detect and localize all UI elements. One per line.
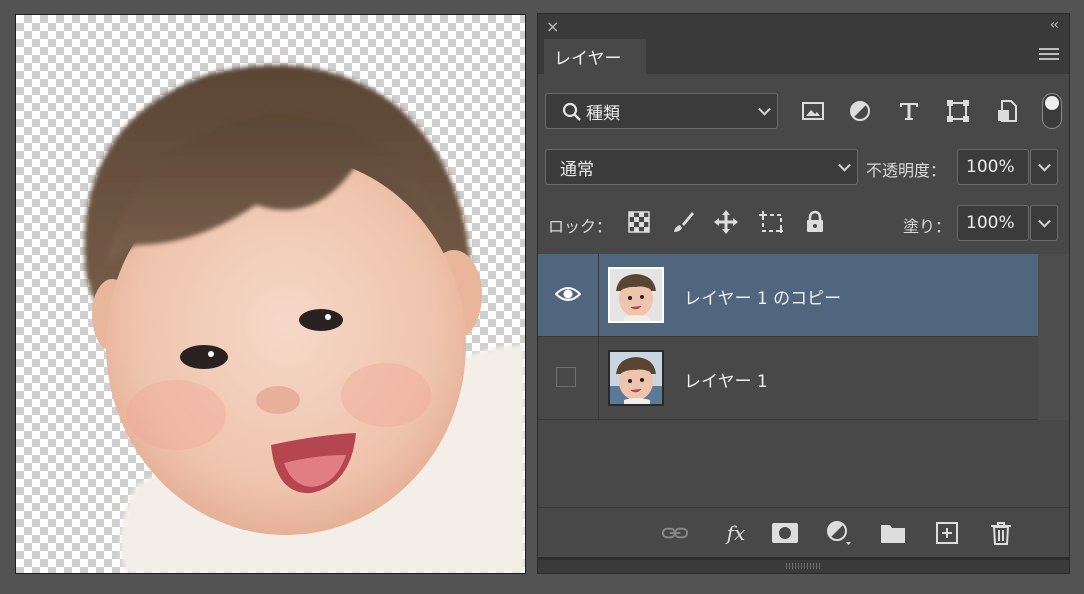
visibility-checkbox[interactable] — [556, 367, 576, 387]
lock-paint-icon[interactable] — [670, 209, 696, 235]
opacity-value: 100% — [966, 157, 1015, 177]
opacity-input[interactable]: 100% — [957, 149, 1029, 185]
opacity-label: 不透明度： — [866, 161, 947, 180]
fx-icon[interactable]: fx — [718, 520, 754, 546]
document-canvas[interactable] — [15, 14, 526, 574]
chevron-down-icon — [1038, 158, 1051, 172]
lock-position-icon[interactable] — [713, 209, 739, 235]
layer-name: レイヤー 1 のコピー — [684, 289, 842, 309]
chevron-down-icon — [758, 102, 771, 116]
smart-object-filter-icon[interactable] — [994, 98, 1020, 124]
layers-footer-toolbar: fx — [538, 507, 1069, 558]
chevron-down-icon — [838, 158, 851, 172]
chevron-down-icon — [1038, 214, 1051, 228]
blend-mode-select[interactable]: 通常 — [545, 149, 858, 185]
layer-row-1[interactable]: レイヤー 1 — [538, 337, 1038, 419]
adjustment-layer-icon[interactable] — [826, 520, 852, 546]
group-folder-icon[interactable] — [880, 520, 906, 546]
search-icon — [562, 102, 581, 121]
lock-label: ロック： — [548, 217, 613, 236]
new-layer-icon[interactable] — [934, 520, 960, 546]
shape-filter-icon[interactable] — [945, 98, 971, 124]
close-icon[interactable]: × — [546, 17, 559, 37]
fill-dropdown[interactable] — [1030, 205, 1058, 241]
trash-icon[interactable] — [988, 520, 1014, 546]
scrollbar-track[interactable] — [1038, 254, 1069, 420]
fill-value: 100% — [966, 213, 1015, 233]
panel-resize-bar[interactable] — [538, 557, 1069, 573]
lock-transparency-icon[interactable] — [626, 209, 652, 235]
layers-panel: × ‹‹ レイヤー 種類 通常 不透明度： 100% ロック： 塗り： 100%… — [537, 13, 1070, 574]
tab-layers[interactable]: レイヤー — [544, 39, 646, 74]
image-filter-icon[interactable] — [800, 98, 826, 124]
link-icon[interactable] — [662, 520, 688, 546]
collapse-icon[interactable]: ‹‹ — [1050, 17, 1059, 33]
opacity-dropdown[interactable] — [1030, 149, 1058, 185]
adjustment-filter-icon[interactable] — [847, 98, 873, 124]
layers-list: レイヤー 1 のコピー レイヤー 1 — [538, 254, 1069, 508]
filter-kind-value: 種類 — [586, 103, 620, 124]
filter-kind-select[interactable]: 種類 — [545, 93, 778, 129]
fill-label: 塗り： — [903, 217, 952, 236]
hamburger-menu-icon[interactable] — [1039, 48, 1059, 63]
filter-toggle-switch[interactable] — [1042, 93, 1062, 129]
type-filter-icon[interactable] — [896, 98, 922, 124]
lock-all-icon[interactable] — [802, 209, 828, 235]
visibility-toggle[interactable] — [538, 254, 599, 336]
layer-thumbnail — [608, 350, 664, 406]
visibility-toggle[interactable] — [538, 337, 599, 419]
mask-icon[interactable] — [772, 520, 798, 546]
blend-mode-value: 通常 — [560, 159, 594, 180]
layer-name: レイヤー 1 — [684, 372, 768, 392]
lock-artboard-icon[interactable] — [758, 209, 784, 235]
baby-photo-cutout — [84, 65, 525, 573]
fill-input[interactable]: 100% — [957, 205, 1029, 241]
layer-row-copy[interactable]: レイヤー 1 のコピー — [538, 254, 1038, 336]
eye-icon — [555, 287, 581, 301]
resize-grip-icon[interactable] — [786, 563, 822, 569]
layer-thumbnail — [608, 267, 664, 323]
